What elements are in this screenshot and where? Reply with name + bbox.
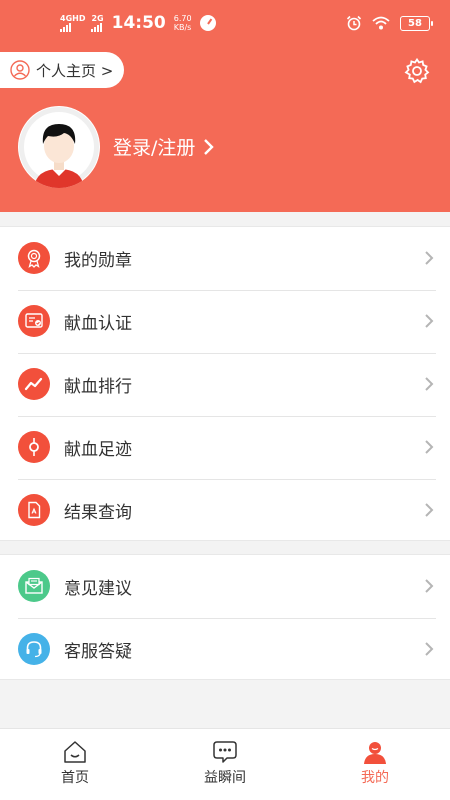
menu-group-primary: 我的勋章 献血认证 献血排行 献血足迹 结果查询 — [0, 226, 450, 541]
login-register-link[interactable]: 登录/注册 — [113, 133, 215, 160]
avatar[interactable] — [18, 106, 100, 188]
menu-item-feedback[interactable]: 意见建议 — [0, 555, 450, 618]
chevron-right-icon — [204, 138, 215, 155]
personal-homepage-button[interactable]: 个人主页 > — [0, 52, 124, 88]
clock: 14:50 — [111, 13, 166, 33]
menu-item-label: 客服答疑 — [64, 642, 132, 662]
login-register-label: 登录/注册 — [113, 137, 196, 159]
location-pin-icon — [18, 431, 50, 463]
menu-item-customer-service[interactable]: 客服答疑 — [0, 618, 450, 681]
tab-label: 益瞬间 — [204, 770, 246, 786]
bottom-tab-bar: 首页 益瞬间 我的 — [0, 728, 450, 800]
user-icon — [364, 742, 386, 764]
menu-item-label: 结果查询 — [64, 503, 132, 523]
network-type-2: 2G — [91, 13, 104, 23]
user-outline-icon — [10, 60, 30, 80]
signal-bars-icon — [91, 22, 103, 32]
menu-item-label: 献血排行 — [64, 377, 132, 397]
profile-header: 4GHD 2G 14:50 6.70 KB/s 58 个人主页 > 登录/注册 — [0, 0, 450, 212]
headset-icon — [18, 633, 50, 665]
tab-home[interactable]: 首页 — [0, 729, 150, 800]
menu-item-certification[interactable]: 献血认证 — [0, 290, 450, 353]
battery-indicator: 58 — [400, 15, 433, 31]
chevron-right-icon — [425, 440, 434, 454]
chevron-right-icon — [425, 503, 434, 517]
menu-group-support: 意见建议 客服答疑 — [0, 554, 450, 680]
signal-bars-icon — [60, 22, 71, 32]
chevron-right-icon — [425, 642, 434, 656]
chevron-right-icon — [425, 314, 434, 328]
menu-item-results[interactable]: 结果查询 — [0, 479, 450, 542]
menu-item-label: 我的勋章 — [64, 251, 132, 271]
chevron-right-icon — [425, 251, 434, 265]
chevron-right-icon — [425, 377, 434, 391]
default-avatar-icon — [19, 107, 99, 188]
tab-label: 首页 — [61, 770, 89, 786]
document-icon — [18, 494, 50, 526]
wifi-icon — [372, 16, 390, 30]
network-speed: 6.70 KB/s — [174, 14, 192, 32]
personal-homepage-label: 个人主页 > — [36, 61, 114, 80]
menu-item-medals[interactable]: 我的勋章 — [0, 227, 450, 290]
home-icon — [64, 741, 86, 763]
signal-4g: 4GHD — [60, 13, 86, 32]
signal-2g: 2G — [91, 13, 104, 32]
chevron-right-icon — [425, 579, 434, 593]
tab-label: 我的 — [361, 770, 389, 786]
settings-gear-icon[interactable] — [403, 57, 431, 85]
tab-mine[interactable]: 我的 — [300, 729, 450, 800]
menu-item-label: 意见建议 — [64, 579, 132, 599]
menu-item-label: 献血认证 — [64, 314, 132, 334]
medal-icon — [18, 242, 50, 274]
battery-level: 58 — [408, 17, 422, 29]
speed-unit: KB/s — [173, 23, 192, 32]
trend-chart-icon — [18, 368, 50, 400]
certificate-icon — [18, 305, 50, 337]
menu-item-ranking[interactable]: 献血排行 — [0, 353, 450, 416]
tab-moments[interactable]: 益瞬间 — [150, 729, 300, 800]
alarm-icon — [346, 15, 362, 31]
speedometer-icon — [199, 15, 216, 31]
chat-bubble-icon — [213, 741, 237, 763]
menu-item-footprint[interactable]: 献血足迹 — [0, 416, 450, 479]
menu-item-label: 献血足迹 — [64, 440, 132, 460]
mail-icon — [18, 570, 50, 602]
speed-value: 6.70 — [173, 14, 192, 23]
status-bar: 4GHD 2G 14:50 6.70 KB/s 58 — [0, 0, 450, 50]
network-type-1: 4GHD — [60, 13, 86, 23]
